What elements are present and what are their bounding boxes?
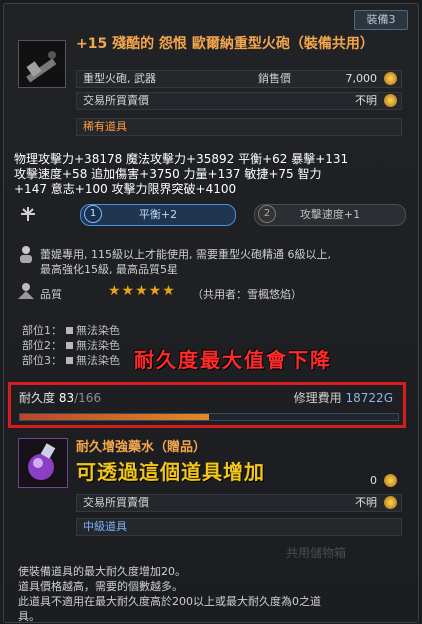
part-value: 無法染色 (76, 324, 120, 337)
desc-line: 道具價格越高，需要的個數越多。 (18, 580, 183, 593)
item-stats: 物理攻擊力+38178 魔法攻擊力+35892 平衡+62 暴擊+131 攻擊速… (14, 152, 414, 197)
equip-slot-tab[interactable]: 裝備3 (354, 10, 408, 30)
durability-readout: 耐久度 83/166 (19, 389, 101, 406)
potion-trade-row: 交易所買賣價 不明 (76, 494, 402, 512)
dye-part-1: 部位1： 無法染色 (22, 322, 120, 338)
desc-line: 具。 (18, 610, 40, 623)
item-title: +15 殘酷的 怨恨 歐爾納重型火砲（裝備共用） (76, 36, 374, 52)
gold-coin-icon (384, 72, 397, 85)
part-label: 部位3： (22, 354, 62, 367)
part-label: 部位1： (22, 324, 62, 337)
potion-grade-row: 中級道具 (76, 518, 402, 536)
dye-part-3: 部位3： 無法染色 (22, 352, 120, 368)
item-type-row: 重型火砲, 武器 銷售價 7,000 (76, 70, 402, 88)
potion-sell-value: 0 (370, 474, 377, 487)
gold-coin-icon (384, 496, 397, 509)
item-type: 重型火砲, 武器 (83, 72, 156, 85)
rarity-row: 稀有道具 (76, 118, 402, 136)
desc-line: 此道具不適用在最大耐久度高於200以上或最大耐久度為0之道 (18, 595, 321, 608)
part-value: 無法染色 (76, 354, 120, 367)
enhance-option-1[interactable]: 平衡+2 (80, 204, 236, 226)
quality-icon (18, 283, 34, 299)
trade-price-value: 不明 (355, 94, 377, 107)
potion-sell-row: 0 (76, 472, 402, 490)
desc-line: 使裝備道具的最大耐久度增加20。 (18, 565, 186, 578)
repair-label: 修理費用 (293, 391, 342, 405)
potion-description: 使裝備道具的最大耐久度增加20。 道具價格越高，需要的個數越多。 此道具不適用在… (18, 564, 414, 624)
part-label: 部位2： (22, 339, 62, 352)
restriction-line: 蕾媞專用, 115級以上才能使用, 需要重型火砲精通 6級以上, (40, 248, 331, 261)
option-number: 2 (258, 205, 276, 223)
trade-price-label: 交易所買賣價 (83, 496, 149, 509)
heavy-cannon-icon (18, 40, 66, 88)
trade-price-value: 不明 (355, 496, 377, 509)
part-value: 無法染色 (76, 339, 120, 352)
rarity-label: 稀有道具 (83, 120, 127, 133)
repair-value: 18722G (345, 391, 393, 405)
durability-max: /166 (74, 391, 102, 405)
gold-coin-icon (384, 474, 397, 487)
enhance-option-2[interactable]: 攻擊速度+1 (254, 204, 406, 226)
color-swatch (66, 342, 73, 349)
enhance-option-label: 平衡+2 (138, 208, 178, 221)
sell-price-label: 銷售價 (258, 72, 291, 85)
durability-bar (19, 413, 399, 421)
durability-annotation: 耐久度最大值會下降 (134, 348, 332, 372)
quality-stars: ★★★★★ (108, 283, 176, 299)
durability-panel: 耐久度 83/166 修理費用 18722G (8, 382, 406, 428)
stats-line: +147 意志+100 攻擊力限界突破+4100 (14, 182, 237, 196)
shared-by: （共用者：雪楓悠焰） (192, 288, 302, 301)
enhance-skill-strip: 平衡+2 1 攻擊速度+1 2 (14, 202, 410, 226)
item-tooltip: 裝備3 +15 殘酷的 怨恨 歐爾納重型火砲（裝備共用） 重型火砲, 武器 銷售… (3, 3, 419, 623)
stats-line: 物理攻擊力+38178 魔法攻擊力+35892 平衡+62 暴擊+131 (14, 152, 349, 166)
gold-coin-icon (384, 94, 397, 107)
potion-title: 耐久增強藥水（贈品） (76, 440, 207, 455)
grade-label: 中級道具 (83, 520, 127, 533)
quality-label: 品質 (40, 288, 62, 301)
durability-bar-fill (20, 414, 209, 420)
color-swatch (66, 327, 73, 334)
crossbow-icon (21, 207, 35, 221)
trade-price-row: 交易所買賣價 不明 (76, 92, 402, 110)
trade-price-label: 交易所買賣價 (83, 94, 149, 107)
character-icon (20, 246, 32, 263)
dye-part-2: 部位2： 無法染色 (22, 337, 120, 353)
repair-cost: 修理費用 18722G (294, 389, 393, 406)
shared-storage-watermark: 共用儲物箱 (286, 546, 347, 560)
durability-current: 83 (58, 391, 75, 405)
potion-icon (18, 438, 68, 488)
usage-restriction: 蕾媞專用, 115級以上才能使用, 需要重型火砲精通 6級以上, 最高強化15級… (40, 247, 410, 277)
durability-label: 耐久度 (19, 391, 56, 405)
color-swatch (66, 357, 73, 364)
restriction-line: 最高強化15級, 最高品質5星 (40, 263, 178, 276)
stats-line: 攻擊速度+58 追加傷害+3750 力量+137 敏捷+75 智力 (14, 167, 322, 181)
option-number: 1 (84, 205, 102, 223)
enhance-option-label: 攻擊速度+1 (299, 208, 361, 221)
sell-price-value: 7,000 (345, 72, 378, 85)
